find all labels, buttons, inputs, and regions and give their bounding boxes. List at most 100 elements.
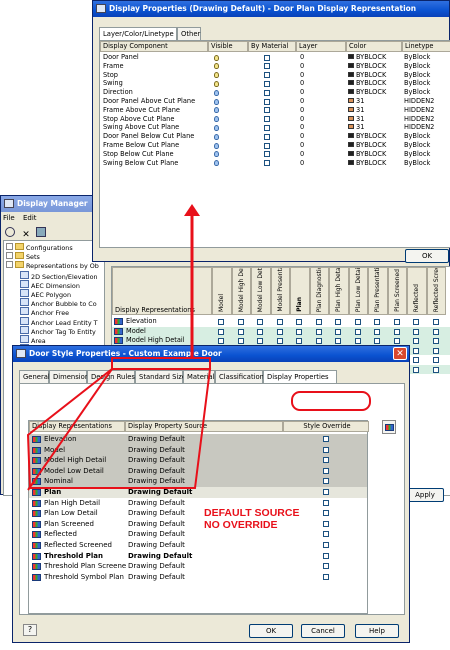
rep-set-checkbox[interactable] [335,328,341,335]
layer-value[interactable]: 0 [300,79,340,88]
purge-icon[interactable] [36,227,47,237]
by-material-checkbox[interactable] [264,98,270,105]
display-rep-row[interactable]: Plan Low Detail Drawing Default [29,508,367,519]
set-column-header[interactable]: Plan Low Detail [348,267,368,315]
display-component-row[interactable]: Frame 0 BYBLOCK ByBlock [100,62,450,71]
style-override-checkbox[interactable] [323,478,329,485]
rep-set-checkbox[interactable] [413,319,419,325]
by-material-checkbox[interactable] [264,89,270,96]
display-component-row[interactable]: Frame Above Cut Plane 0 31 HIDDEN2 [100,106,450,115]
rep-set-checkbox[interactable] [354,338,361,344]
ds-col-header[interactable]: Style Override [283,421,369,432]
tab-materials[interactable]: Materials [183,370,218,383]
by-material-checkbox[interactable] [264,160,270,167]
visibility-bulb-icon[interactable] [214,72,219,79]
by-material-checkbox[interactable] [264,63,270,70]
display-component-row[interactable]: Door Panel Above Cut Plane 0 31 HIDDEN2 [100,97,450,106]
display-component-row[interactable]: Swing Above Cut Plane 0 31 HIDDEN2 [100,123,450,132]
set-column-header[interactable]: Model High Detail [231,267,251,315]
rep-set-checkbox[interactable] [393,328,400,335]
set-column-header[interactable]: Plan [290,267,310,315]
rep-set-checkbox[interactable] [315,338,322,344]
tab-dimensions[interactable]: Dimensions [49,370,93,383]
dp-col-header[interactable]: Visible [208,41,248,52]
visibility-bulb-icon[interactable] [214,151,219,158]
tree-item[interactable]: 2D Section/Elevation [20,270,98,281]
rep-set-checkbox[interactable] [237,328,244,335]
display-component-row[interactable]: Door Panel Below Cut Plane 0 BYBLOCK ByBloc… [100,132,450,141]
visibility-bulb-icon[interactable] [214,89,219,96]
by-material-checkbox[interactable] [264,151,270,158]
layer-value[interactable]: 0 [300,97,340,106]
dp-col-header[interactable]: By Material [248,41,296,52]
style-override-checkbox[interactable] [323,457,329,464]
rep-set-checkbox[interactable] [413,328,419,335]
style-override-checkbox[interactable] [323,467,329,474]
set-column-header[interactable]: Reflected [407,267,427,315]
color-value[interactable]: BYBLOCK [348,71,402,80]
style-override-checkbox[interactable] [323,573,329,580]
set-column-header[interactable]: Plan Screened [387,267,407,315]
display-properties-titlebar[interactable]: Display Properties (Drawing Default) - D… [93,1,449,17]
ds-col-header[interactable]: Display Representations [29,421,125,432]
tree-item[interactable]: AEC Dimension [20,279,80,290]
rep-set-checkbox[interactable] [315,319,322,325]
style-override-checkbox[interactable] [323,531,329,538]
rep-set-checkbox[interactable] [413,357,419,363]
color-value[interactable]: 31 [348,115,402,124]
layer-value[interactable]: 0 [300,71,340,80]
tree-item[interactable]: Anchor Bubble to Co [20,298,97,308]
layer-value[interactable]: 0 [300,62,340,71]
tree-item[interactable]: Sets [6,252,40,261]
linetype-value[interactable]: ByBlock [404,159,450,168]
by-material-checkbox[interactable] [264,124,270,131]
tab-design-rules[interactable]: Design Rules [87,370,135,383]
layer-value[interactable]: 0 [300,53,340,62]
visibility-bulb-icon[interactable] [214,98,219,105]
rep-set-checkbox[interactable] [432,347,439,354]
layer-value[interactable]: 0 [300,106,340,115]
by-material-checkbox[interactable] [264,80,270,87]
style-override-checkbox[interactable] [323,499,329,506]
ok-button[interactable]: OK [249,624,293,638]
style-override-checkbox[interactable] [323,510,329,517]
visibility-bulb-icon[interactable] [214,63,219,70]
display-rep-row[interactable]: Reflected Drawing Default [29,529,367,540]
tree-item[interactable]: Representations by Ob [6,261,99,270]
menu-file[interactable]: File [3,214,15,222]
rep-set-checkbox[interactable] [237,319,244,325]
rep-set-checkbox[interactable] [354,319,361,325]
rep-set-checkbox[interactable] [276,338,283,344]
set-column-header[interactable]: Model Presentation [270,267,290,315]
display-rep-row[interactable]: Nominal Drawing Default [29,476,367,487]
delete-icon[interactable]: ✕ [22,231,30,240]
rep-set-checkbox[interactable] [413,366,419,373]
refresh-icon[interactable] [5,227,15,237]
display-properties-ok-button[interactable]: OK [405,249,449,263]
display-component-row[interactable]: Swing 0 BYBLOCK ByBlock [100,79,450,88]
layer-value[interactable]: 0 [300,159,340,168]
linetype-value[interactable]: ByBlock [404,141,450,150]
display-component-row[interactable]: Stop Below Cut Plane 0 BYBLOCK ByBlock [100,150,450,159]
set-column-header[interactable]: Reflected Screened [426,267,446,315]
display-rep-row[interactable]: Plan Screened Drawing Default [29,519,367,530]
rep-set-checkbox[interactable] [374,328,380,335]
rep-row[interactable]: Elevation [112,317,450,327]
ds-col-header[interactable]: Display Property Source [125,421,283,432]
by-material-checkbox[interactable] [264,142,270,149]
expand-icon[interactable] [6,261,13,269]
rep-set-checkbox[interactable] [393,338,400,344]
tab-classifications[interactable]: Classifications [215,370,268,383]
color-value[interactable]: BYBLOCK [348,132,402,141]
style-override-checkbox[interactable] [323,563,329,570]
rep-set-checkbox[interactable] [218,338,224,344]
rep-set-checkbox[interactable] [218,319,224,325]
tab-other[interactable]: Other [177,27,201,40]
display-rep-row[interactable]: Threshold Plan Screened Drawing Default [29,561,367,572]
rep-set-checkbox[interactable] [432,328,439,335]
display-component-row[interactable]: Direction 0 BYBLOCK ByBlock [100,88,450,97]
rep-set-checkbox[interactable] [374,319,380,325]
linetype-value[interactable]: ByBlock [404,53,450,62]
display-rep-row[interactable]: Threshold Plan Drawing Default [29,551,367,562]
rep-set-checkbox[interactable] [374,338,380,344]
